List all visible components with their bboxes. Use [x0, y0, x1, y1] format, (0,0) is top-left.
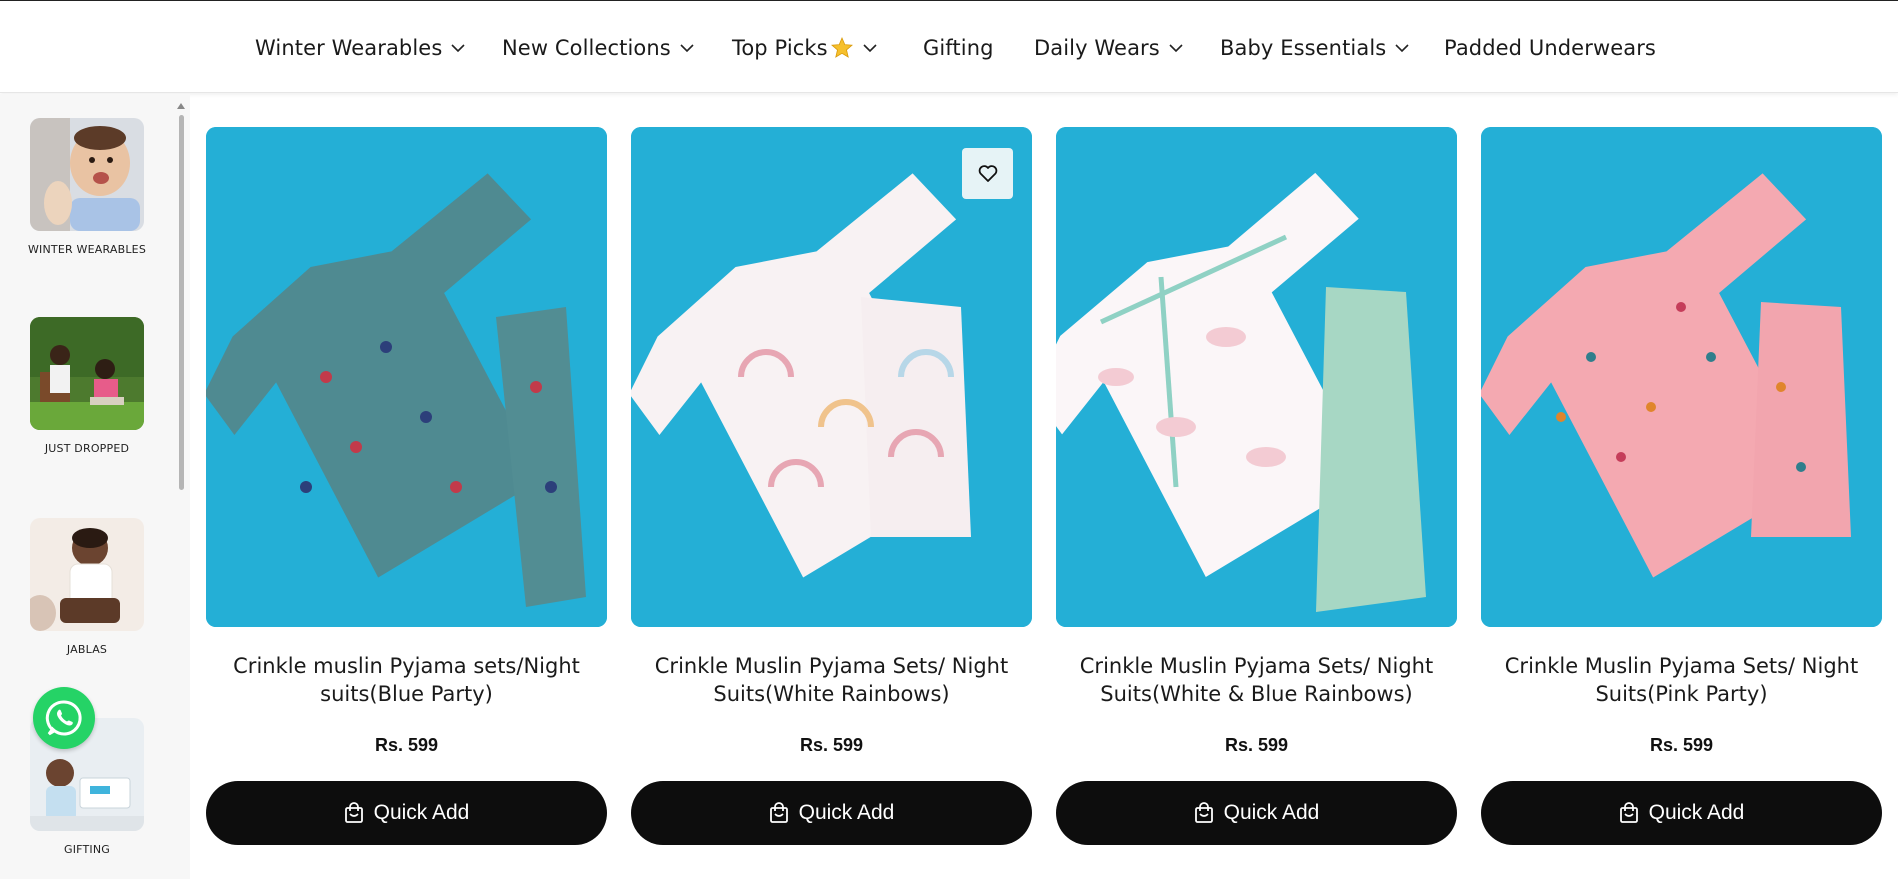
chevron-down-icon	[1395, 44, 1409, 53]
wishlist-button[interactable]	[962, 148, 1013, 199]
nav-item-label: Baby Essentials	[1220, 36, 1387, 60]
star-icon	[830, 36, 853, 58]
product-price: Rs. 599	[374, 735, 439, 755]
product-image[interactable]	[1056, 127, 1457, 627]
nav-item-winter-wearables[interactable]: Winter Wearables	[255, 34, 467, 62]
whatsapp-icon	[45, 700, 82, 736]
chevron-down-icon	[680, 44, 694, 53]
kid-jabla-photo-icon	[30, 518, 144, 631]
nav-item-label: New Collections	[502, 36, 671, 60]
quick-add-button[interactable]: Quick Add	[1056, 781, 1457, 845]
rail-scrollbar-thumb[interactable]	[179, 115, 184, 490]
category-just-dropped[interactable]: JUST DROPPED	[30, 317, 144, 455]
product-title[interactable]: Crinkle Muslin Pyjama Sets/ Night Suits(…	[631, 652, 1032, 710]
nav-item-label: Top Picks	[732, 36, 828, 60]
nav-item-padded-underwears[interactable]: Padded Underwears	[1444, 34, 1656, 62]
shopping-bag-icon	[769, 802, 788, 823]
nav-item-gifting[interactable]: Gifting	[923, 34, 994, 62]
page: Winter Wearables New Collections Top Pic…	[0, 0, 1898, 879]
nav-item-baby-essentials[interactable]: Baby Essentials	[1220, 34, 1411, 62]
product-image[interactable]	[206, 127, 607, 627]
nav-item-label: Padded Underwears	[1444, 36, 1656, 60]
scroll-up-arrow[interactable]	[177, 103, 185, 109]
chevron-down-icon	[863, 44, 877, 53]
product-price: Rs. 599	[1649, 735, 1714, 755]
quick-add-label: Quick Add	[798, 801, 895, 824]
product-card[interactable]: Crinkle muslin Pyjama sets/Night suits(B…	[206, 127, 607, 845]
chevron-down-icon	[1169, 44, 1183, 53]
heart-icon	[978, 164, 997, 182]
product-card[interactable]: Crinkle Muslin Pyjama Sets/ Night Suits(…	[1056, 127, 1457, 845]
product-title[interactable]: Crinkle Muslin Pyjama Sets/ Night Suits(…	[1481, 652, 1882, 710]
product-image[interactable]	[1481, 127, 1882, 627]
kids-garden-photo-icon	[30, 317, 144, 430]
product-title[interactable]: Crinkle muslin Pyjama sets/Night suits(B…	[206, 652, 607, 710]
category-jablas[interactable]: JABLAS	[30, 518, 144, 656]
quick-add-button[interactable]: Quick Add	[631, 781, 1032, 845]
nav-item-label: Winter Wearables	[255, 36, 443, 60]
category-label: JUST DROPPED	[44, 442, 130, 455]
category-label: WINTER WEARABLES	[27, 243, 147, 256]
nav-item-new-collections[interactable]: New Collections	[502, 34, 696, 62]
quick-add-label: Quick Add	[1223, 801, 1320, 824]
nav-item-label: Gifting	[923, 36, 994, 60]
nav-item-top-picks[interactable]: Top Picks	[732, 34, 879, 62]
nav-item-label: Daily Wears	[1034, 36, 1160, 60]
product-image[interactable]	[631, 127, 1032, 627]
baby-photo-icon	[30, 118, 144, 231]
product-card[interactable]: Crinkle Muslin Pyjama Sets/ Night Suits(…	[1481, 127, 1882, 845]
category-winter-wearables[interactable]: WINTER WEARABLES	[28, 118, 146, 256]
shopping-bag-icon	[344, 802, 363, 823]
category-label: GIFTING	[63, 843, 111, 856]
product-title[interactable]: Crinkle Muslin Pyjama Sets/ Night Suits(…	[1056, 652, 1457, 710]
product-card[interactable]: Crinkle Muslin Pyjama Sets/ Night Suits(…	[631, 127, 1032, 845]
nav-item-daily-wears[interactable]: Daily Wears	[1034, 34, 1185, 62]
quick-add-label: Quick Add	[373, 801, 470, 824]
quick-add-button[interactable]: Quick Add	[1481, 781, 1882, 845]
chevron-down-icon	[451, 44, 465, 53]
product-price: Rs. 599	[1224, 735, 1289, 755]
product-price: Rs. 599	[799, 735, 864, 755]
top-navigation: Winter Wearables New Collections Top Pic…	[0, 0, 1898, 93]
category-label: JABLAS	[66, 643, 108, 656]
shopping-bag-icon	[1194, 802, 1213, 823]
quick-add-button[interactable]: Quick Add	[206, 781, 607, 845]
shopping-bag-icon	[1619, 802, 1638, 823]
whatsapp-button[interactable]	[33, 687, 95, 749]
quick-add-label: Quick Add	[1648, 801, 1745, 824]
